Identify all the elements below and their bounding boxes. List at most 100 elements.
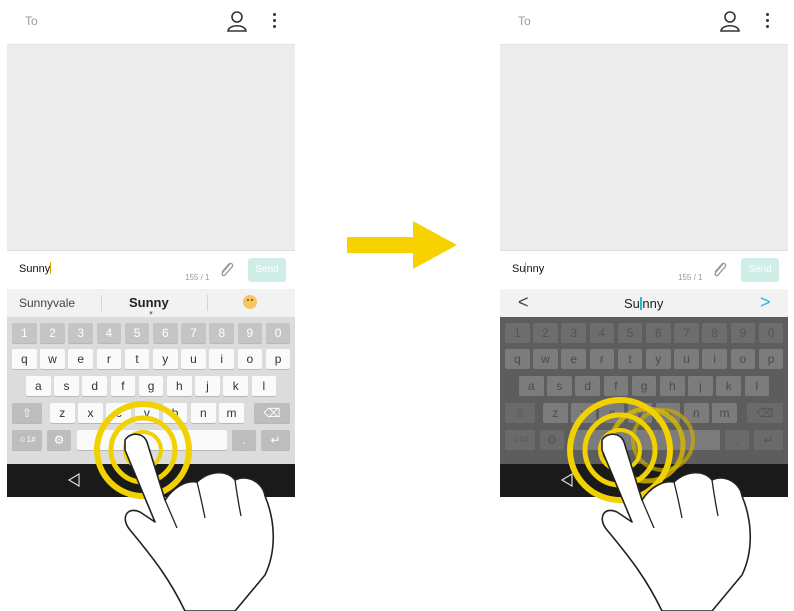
key-g[interactable]: g: [138, 376, 164, 396]
enter-key[interactable]: ↵: [754, 430, 783, 450]
contact-icon[interactable]: [225, 9, 249, 33]
period-key[interactable]: .: [725, 430, 749, 450]
key-3[interactable]: 3: [68, 323, 93, 343]
key-s[interactable]: s: [547, 376, 572, 396]
key-8[interactable]: 8: [209, 323, 234, 343]
key-u[interactable]: u: [181, 349, 206, 369]
key-5[interactable]: 5: [124, 323, 150, 343]
key-h[interactable]: h: [660, 376, 685, 396]
key-i[interactable]: i: [702, 349, 727, 369]
key-o[interactable]: o: [237, 349, 263, 369]
key-1[interactable]: 1: [12, 323, 37, 343]
key-e[interactable]: e: [561, 349, 586, 369]
key-7[interactable]: 7: [181, 323, 206, 343]
shift-key[interactable]: ⇧: [12, 403, 42, 423]
recipient-bar[interactable]: To: [7, 0, 295, 45]
send-button[interactable]: Send: [741, 258, 779, 282]
emoji-suggestion-icon[interactable]: [243, 295, 257, 309]
contact-icon[interactable]: [718, 9, 742, 33]
key-k[interactable]: k: [223, 376, 248, 396]
key-l[interactable]: l: [251, 376, 277, 396]
key-l[interactable]: l: [744, 376, 770, 396]
key-w[interactable]: w: [40, 349, 65, 369]
shift-key[interactable]: ⇧: [505, 403, 535, 423]
key-u[interactable]: u: [674, 349, 699, 369]
key-d[interactable]: d: [575, 376, 600, 396]
key-0[interactable]: 0: [758, 323, 784, 343]
symbols-key[interactable]: ☺1#: [505, 430, 535, 450]
key-7[interactable]: 7: [674, 323, 699, 343]
key-9[interactable]: 9: [730, 323, 756, 343]
key-6[interactable]: 6: [646, 323, 671, 343]
key-e[interactable]: e: [68, 349, 93, 369]
back-icon[interactable]: [67, 473, 81, 487]
key-j[interactable]: j: [688, 376, 713, 396]
key-p[interactable]: p: [265, 349, 291, 369]
key-a[interactable]: a: [519, 376, 544, 396]
key-m[interactable]: m: [219, 403, 244, 423]
symbols-key[interactable]: ☺1#: [12, 430, 42, 450]
key-n[interactable]: n: [191, 403, 216, 423]
key-3[interactable]: 3: [561, 323, 586, 343]
key-4[interactable]: 4: [96, 323, 122, 343]
key-8[interactable]: 8: [702, 323, 727, 343]
key-z[interactable]: z: [543, 403, 568, 423]
key-p[interactable]: p: [758, 349, 784, 369]
key-t[interactable]: t: [617, 349, 643, 369]
key-x[interactable]: x: [571, 403, 596, 423]
key-d[interactable]: d: [82, 376, 107, 396]
settings-gear-icon[interactable]: ⚙: [47, 430, 71, 450]
key-r[interactable]: r: [589, 349, 615, 369]
key-c[interactable]: c: [106, 403, 131, 423]
key-a[interactable]: a: [26, 376, 51, 396]
key-h[interactable]: h: [167, 376, 192, 396]
key-n[interactable]: n: [684, 403, 709, 423]
key-6[interactable]: 6: [153, 323, 178, 343]
key-1[interactable]: 1: [505, 323, 530, 343]
space-bar[interactable]: [570, 430, 720, 450]
key-r[interactable]: r: [96, 349, 122, 369]
key-v[interactable]: v: [627, 403, 653, 423]
key-q[interactable]: q: [505, 349, 530, 369]
settings-gear-icon[interactable]: ⚙: [540, 430, 564, 450]
key-2[interactable]: 2: [533, 323, 558, 343]
key-j[interactable]: j: [195, 376, 220, 396]
overflow-menu-icon[interactable]: [269, 10, 279, 34]
chevron-right-icon[interactable]: >: [760, 292, 771, 313]
key-o[interactable]: o: [730, 349, 756, 369]
key-2[interactable]: 2: [40, 323, 65, 343]
key-9[interactable]: 9: [237, 323, 263, 343]
key-0[interactable]: 0: [265, 323, 291, 343]
compose-input[interactable]: Sunny: [19, 262, 52, 275]
enter-key[interactable]: ↵: [261, 430, 290, 450]
key-z[interactable]: z: [50, 403, 75, 423]
space-bar[interactable]: [77, 430, 227, 450]
compose-input[interactable]: Sunny: [512, 262, 544, 275]
key-y[interactable]: y: [153, 349, 178, 369]
key-g[interactable]: g: [631, 376, 657, 396]
key-t[interactable]: t: [124, 349, 150, 369]
recipient-bar[interactable]: To: [500, 0, 788, 45]
key-x[interactable]: x: [78, 403, 103, 423]
paperclip-icon[interactable]: [218, 260, 236, 280]
key-s[interactable]: s: [54, 376, 79, 396]
delete-key[interactable]: ⌫: [254, 403, 290, 423]
key-5[interactable]: 5: [617, 323, 643, 343]
key-y[interactable]: y: [646, 349, 671, 369]
key-b[interactable]: b: [655, 403, 681, 423]
back-icon[interactable]: [560, 473, 574, 487]
key-m[interactable]: m: [712, 403, 737, 423]
key-q[interactable]: q: [12, 349, 37, 369]
key-i[interactable]: i: [209, 349, 234, 369]
key-w[interactable]: w: [533, 349, 558, 369]
suggestion-left[interactable]: Sunnyvale: [19, 296, 75, 310]
key-f[interactable]: f: [603, 376, 629, 396]
send-button[interactable]: Send: [248, 258, 286, 282]
period-key[interactable]: .: [232, 430, 256, 450]
key-c[interactable]: c: [599, 403, 624, 423]
key-4[interactable]: 4: [589, 323, 615, 343]
key-f[interactable]: f: [110, 376, 136, 396]
overflow-menu-icon[interactable]: [762, 10, 772, 34]
key-v[interactable]: v: [134, 403, 160, 423]
chevron-left-icon[interactable]: <: [518, 292, 529, 313]
